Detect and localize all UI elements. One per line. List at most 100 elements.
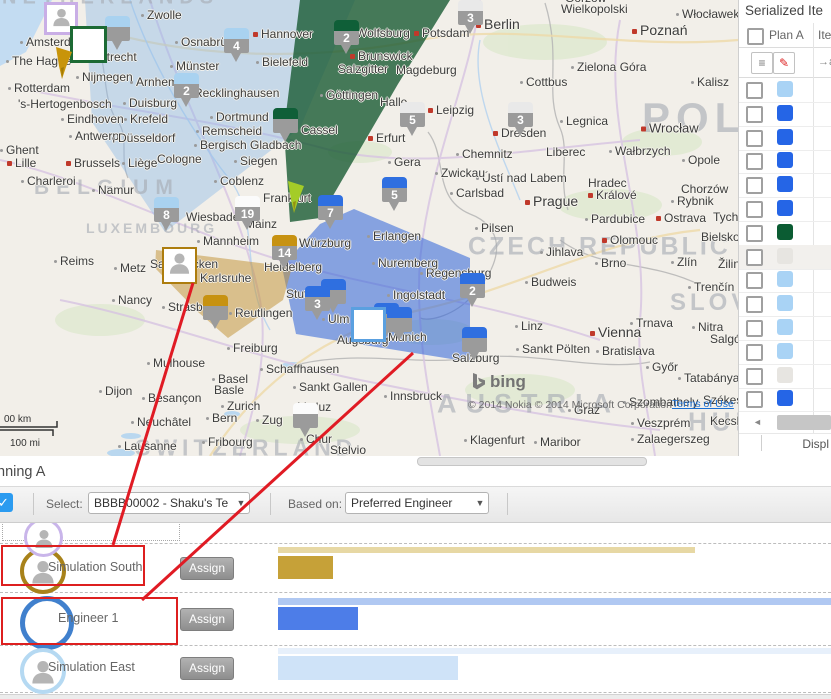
row-checkbox[interactable] — [746, 201, 763, 218]
map-cluster-pin[interactable]: 5 — [382, 177, 407, 211]
serialized-item-row[interactable] — [739, 292, 831, 317]
city-label: Wolfsburg — [356, 26, 410, 40]
row-checkbox[interactable] — [746, 106, 763, 123]
city-label: Cassel — [301, 123, 338, 137]
map-cluster-pin[interactable] — [203, 295, 228, 329]
serialized-item-row[interactable] — [739, 149, 831, 174]
serialized-item-row[interactable] — [739, 245, 831, 270]
city-label: Reutlingen — [229, 306, 292, 320]
sidebar-column-header: Plan A Ite — [739, 23, 831, 48]
serialized-item-row[interactable] — [739, 364, 831, 389]
city-label: Ghent — [0, 143, 39, 157]
serialized-item-row[interactable] — [739, 387, 831, 412]
map-cluster-pin[interactable]: 2 — [334, 20, 359, 54]
map-cluster-pin[interactable]: 4 — [224, 28, 249, 62]
map-cluster-pin[interactable] — [387, 307, 412, 341]
row-checkbox[interactable] — [746, 225, 763, 242]
pin-tail — [300, 428, 310, 437]
scroll-left-arrow[interactable]: ◄ — [753, 417, 762, 427]
serialized-items-sidebar: Serialized Ite Plan A Ite ≡ ✎ →a — [739, 0, 831, 456]
city-label: Magdeburg — [396, 63, 457, 77]
map-canvas[interactable]: NETHERLANDSBELGIUMLUXEMBOURGCZECH REPUBL… — [0, 0, 739, 456]
row-checkbox[interactable] — [746, 391, 763, 408]
serialized-item-row[interactable] — [739, 126, 831, 151]
map-cluster-pin[interactable]: 19 — [235, 196, 260, 230]
serialized-item-row[interactable] — [739, 221, 831, 246]
serialized-item-row[interactable] — [739, 78, 831, 103]
city-label: Recklinghausen — [194, 86, 279, 100]
row-checkbox[interactable] — [746, 130, 763, 147]
city-label: Nancy — [112, 293, 152, 307]
row-checkbox[interactable] — [746, 249, 763, 266]
terms-of-use-link[interactable]: Terms of Use — [672, 398, 734, 410]
filter-auto-icon[interactable]: →a — [818, 56, 831, 68]
row-checkbox[interactable] — [746, 177, 763, 194]
filter-edit-icon[interactable]: ✎ — [773, 52, 795, 74]
map-cluster-pin[interactable]: 7 — [318, 195, 343, 229]
column-item[interactable]: Ite — [818, 28, 831, 42]
map-cluster-pin[interactable]: 3 — [458, 0, 483, 34]
map-cluster-pin[interactable] — [462, 327, 487, 361]
gantt-bar[interactable] — [278, 547, 695, 553]
bottom-strip — [0, 694, 831, 699]
row-checkbox[interactable] — [746, 296, 763, 313]
serialized-item-row[interactable] — [739, 340, 831, 365]
gantt-bar[interactable] — [278, 607, 358, 630]
pin-cap — [382, 177, 407, 188]
row-checkbox[interactable] — [746, 153, 763, 170]
map-cluster-pin[interactable] — [293, 403, 318, 437]
assign-button[interactable]: Assign — [180, 608, 234, 631]
row-checkbox[interactable] — [746, 368, 763, 385]
map-cluster-pin[interactable]: 2 — [174, 73, 199, 107]
map-cluster-pin[interactable]: 3 — [305, 286, 330, 320]
pin-cap — [154, 197, 179, 208]
select-all-checkbox[interactable] — [747, 28, 764, 45]
map-cluster-pin[interactable]: 8 — [154, 197, 179, 231]
team-select-dropdown[interactable]: BBBB00002 - Shaku's Te ▼ — [88, 492, 250, 514]
map-cluster-pin[interactable]: 14 — [272, 235, 297, 269]
serialized-item-row[interactable] — [739, 268, 831, 293]
pen-marker-icon[interactable] — [284, 181, 310, 217]
city-label: Ingolstadt — [387, 288, 445, 302]
row-checkbox[interactable] — [746, 82, 763, 99]
selected-area-marker[interactable] — [351, 307, 386, 342]
map-cluster-pin[interactable]: 5 — [400, 102, 425, 136]
map-cluster-pin[interactable] — [105, 16, 130, 50]
toolbar-check-icon[interactable]: ✓ — [0, 493, 13, 512]
city-label: Sankt Gallen — [293, 380, 368, 394]
gantt-bar[interactable] — [278, 648, 831, 654]
map-horizontal-scrollbar[interactable] — [417, 457, 647, 466]
city-label: Bern — [206, 411, 237, 425]
serialized-item-row[interactable] — [739, 316, 831, 341]
based-on-dropdown[interactable]: Preferred Engineer ▼ — [345, 492, 489, 514]
city-label: Carlsbad — [450, 186, 504, 200]
plan-color-swatch — [777, 248, 793, 264]
column-plan-a[interactable]: Plan A — [769, 28, 804, 42]
gantt-bar[interactable] — [278, 656, 458, 680]
plan-color-swatch — [777, 105, 793, 121]
city-label: Wrocław — [641, 121, 699, 136]
city-label: Stelvio — [330, 443, 366, 456]
filter-menu-icon[interactable]: ≡ — [751, 52, 773, 74]
city-label: Brunswick — [350, 49, 413, 63]
row-checkbox[interactable] — [746, 320, 763, 337]
row-checkbox[interactable] — [746, 344, 763, 361]
pen-marker-icon[interactable] — [52, 47, 78, 83]
assign-button[interactable]: Assign — [180, 557, 234, 580]
map-cluster-pin[interactable] — [273, 108, 298, 142]
gantt-bar[interactable] — [278, 598, 831, 605]
serialized-item-row[interactable] — [739, 197, 831, 222]
engineer-row[interactable]: Simulation East Assign — [0, 646, 831, 692]
row-checkbox[interactable] — [746, 272, 763, 289]
gantt-bar[interactable] — [278, 556, 333, 579]
sidebar-scrollbar[interactable]: ◄ — [739, 413, 831, 433]
map-cluster-pin[interactable]: 2 — [460, 273, 485, 307]
city-label: Salgó — [710, 332, 739, 346]
map-cluster-pin[interactable]: 3 — [508, 102, 533, 136]
serialized-item-row[interactable] — [739, 102, 831, 127]
assign-button[interactable]: Assign — [180, 657, 234, 680]
scrollbar-thumb[interactable] — [777, 415, 831, 430]
serialized-item-row[interactable] — [739, 173, 831, 198]
city-label: Włocławek — [676, 7, 739, 21]
person-marker-icon[interactable] — [162, 247, 197, 284]
